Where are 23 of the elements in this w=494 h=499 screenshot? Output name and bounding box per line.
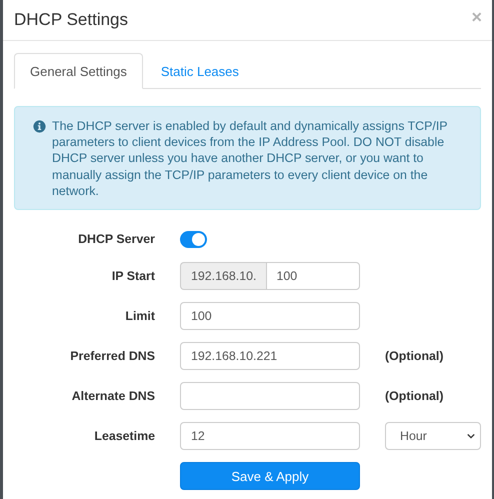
optional-note: (Optional)	[385, 389, 444, 404]
field-label: Limit	[124, 309, 155, 324]
chevron-icon	[467, 433, 475, 440]
input-field[interactable]: 12	[180, 422, 360, 450]
input-field[interactable]: 192.168.10.221	[180, 342, 360, 370]
info-icon	[33, 120, 46, 133]
field-label: Preferred DNS	[69, 349, 155, 364]
toggle-switch[interactable]	[180, 230, 207, 248]
input-field[interactable]: 100	[266, 262, 360, 290]
field-label: Leasetime	[93, 429, 155, 444]
unit-dropdown[interactable]: Hour	[385, 422, 481, 450]
save-apply-button[interactable]: Save & Apply	[180, 462, 360, 490]
tab[interactable]: General Settings	[14, 53, 143, 89]
field-label: Alternate DNS	[70, 389, 155, 404]
optional-note: (Optional)	[385, 349, 444, 364]
alert-text: The DHCP server is enabled by default and dynamically assigns TCP/IP parameters to client devices from the IP Address Pool. DO NOT disable DHCP server unless you have another DHCP server, or you want to manually assign the TCP/IP parameters to every client device on the network.	[52, 118, 448, 200]
tab[interactable]: Static Leases	[144, 53, 255, 89]
field-label: IP Start	[110, 269, 155, 284]
input-field[interactable]	[180, 382, 360, 410]
dialog-title: DHCP Settings	[14, 10, 128, 30]
field-label: DHCP Server	[77, 232, 155, 246]
input-field[interactable]: 100	[180, 302, 360, 330]
input-prefix: 192.168.10.	[180, 262, 266, 290]
